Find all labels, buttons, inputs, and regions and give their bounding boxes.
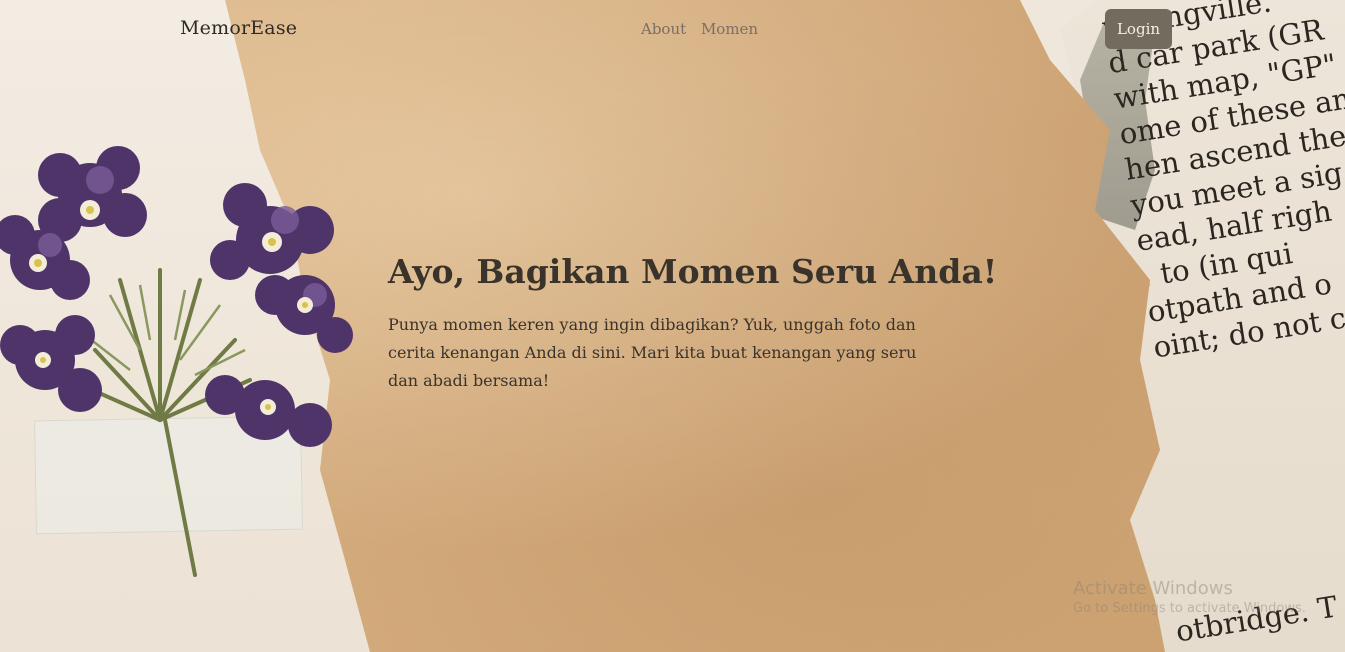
watermark-subtitle: Go to Settings to activate Windows. [1073,601,1306,616]
nav-link-momen[interactable]: Momen [701,20,758,38]
top-navbar: MemorEase About Momen Login [0,0,1345,60]
hero-description: Punya momen keren yang ingin dibagikan? … [388,315,917,390]
login-button[interactable]: Login [1105,9,1172,49]
brand-logo[interactable]: MemorEase [180,17,297,39]
pressed-flowers-image [0,146,353,577]
nav-links: About Momen [641,20,768,38]
activate-windows-watermark: Activate Windows Go to Settings to activ… [1073,578,1306,616]
watermark-title: Activate Windows [1073,578,1233,599]
nav-link-about[interactable]: About [641,20,686,38]
hero-title: Ayo, Bagikan Momen Seru Anda! [388,252,998,291]
